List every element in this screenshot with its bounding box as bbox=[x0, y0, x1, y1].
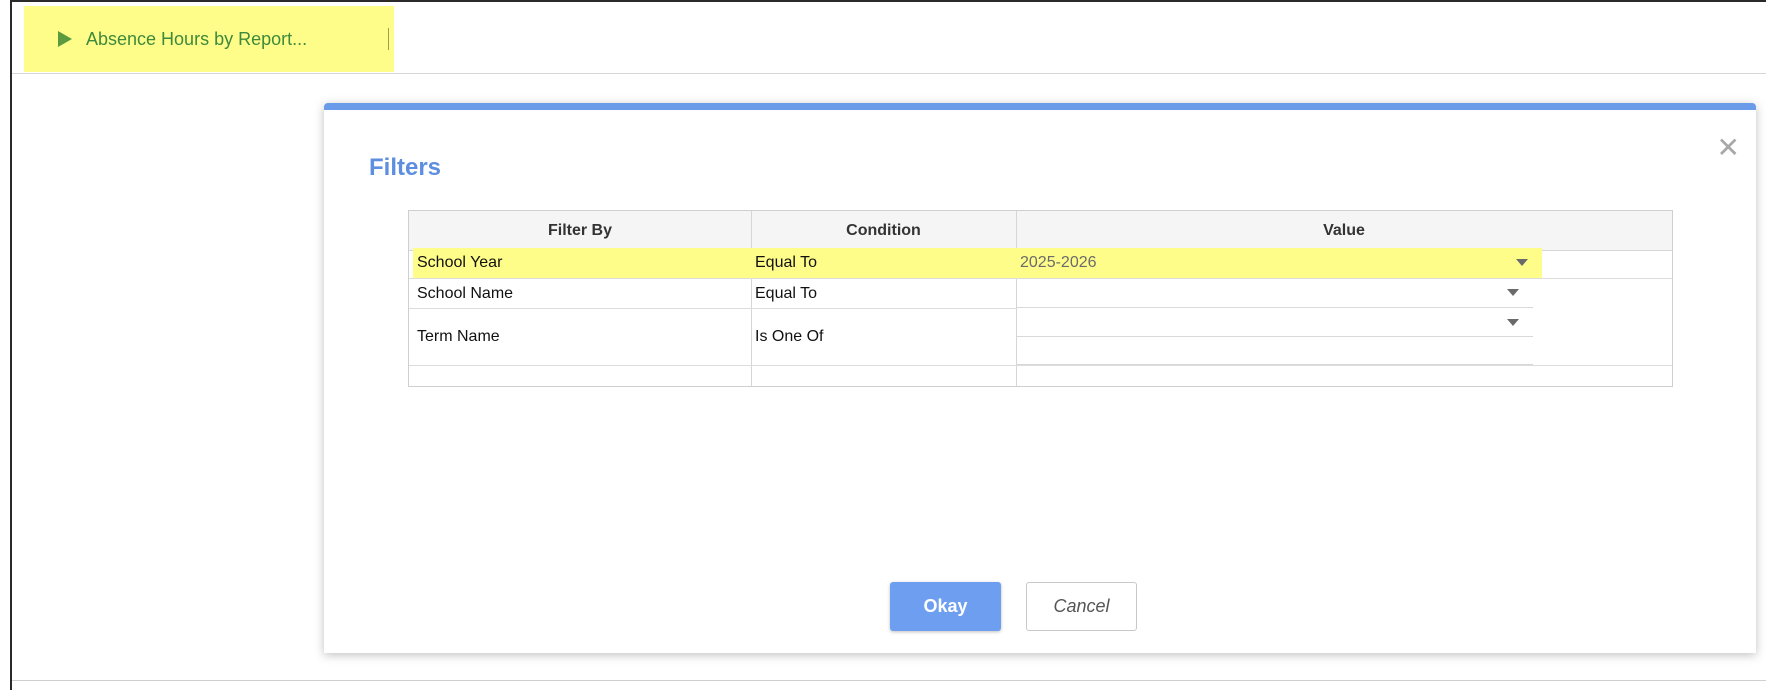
row-divider bbox=[409, 365, 1672, 366]
tab-label: Absence Hours by Report... bbox=[86, 28, 308, 49]
chevron-down-icon bbox=[1507, 289, 1519, 296]
tab-absence-hours-report[interactable]: Absence Hours by Report... bbox=[24, 6, 394, 72]
tab-separator bbox=[388, 28, 389, 50]
school-name-select[interactable] bbox=[1017, 279, 1533, 308]
close-icon[interactable]: ✕ bbox=[1717, 134, 1740, 162]
filter-table: Filter By Condition Value School Year Eq… bbox=[408, 210, 1673, 387]
okay-button[interactable]: Okay bbox=[890, 582, 1001, 631]
filters-dialog: Filters ✕ Filter By Condition Value Scho… bbox=[324, 103, 1756, 653]
row-condition: Is One Of bbox=[755, 328, 824, 345]
chevron-down-icon bbox=[1507, 319, 1519, 326]
column-header-filter-by: Filter By bbox=[409, 211, 751, 251]
chevron-down-icon bbox=[1516, 259, 1528, 266]
school-year-select[interactable]: 2025-2026 bbox=[1016, 248, 1542, 278]
play-icon bbox=[58, 31, 72, 47]
column-header-condition: Condition bbox=[751, 211, 1016, 251]
bottom-divider bbox=[12, 680, 1766, 681]
tab-bar: Absence Hours by Report... bbox=[12, 2, 1766, 74]
dialog-title: Filters bbox=[369, 154, 442, 181]
school-year-value: 2025-2026 bbox=[1020, 254, 1097, 271]
row-condition: Equal To bbox=[755, 284, 817, 302]
term-name-list[interactable] bbox=[1017, 337, 1533, 365]
column-header-value: Value bbox=[1016, 211, 1672, 251]
row-filter-by: School Name bbox=[417, 284, 514, 302]
cancel-button[interactable]: Cancel bbox=[1026, 582, 1137, 631]
row-filter-by: Term Name bbox=[417, 328, 500, 345]
row-condition: Equal To bbox=[751, 248, 1016, 278]
term-name-select[interactable] bbox=[1017, 309, 1533, 337]
row-filter-by: School Year bbox=[413, 248, 751, 278]
